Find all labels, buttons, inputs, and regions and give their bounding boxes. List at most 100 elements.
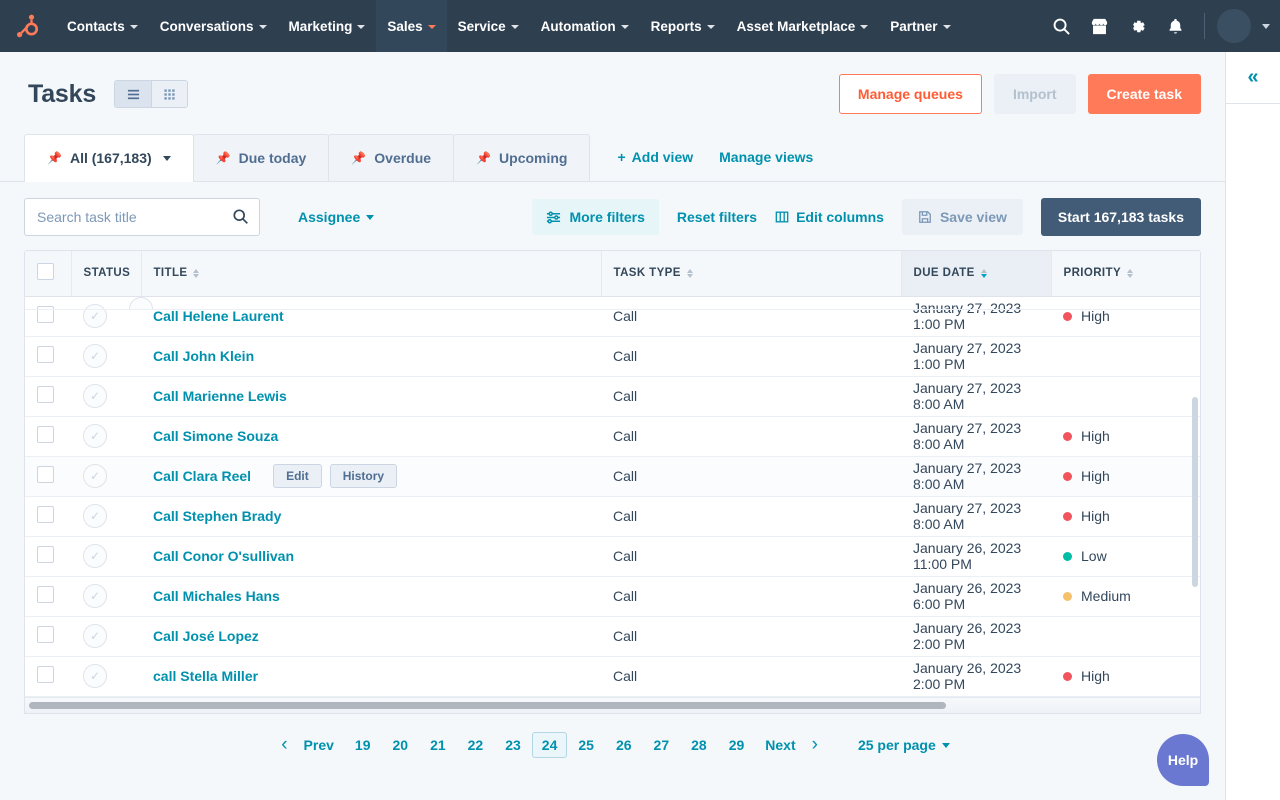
select-all-header[interactable] — [25, 251, 71, 296]
prev-page-button[interactable]: Prev — [294, 733, 344, 757]
table-row[interactable]: ✓ Call Clara Reel Edit History Call Janu… — [25, 456, 1201, 496]
mark-complete-icon[interactable]: ✓ — [83, 464, 107, 488]
task-title-link[interactable]: Call Conor O'sullivan — [153, 548, 294, 564]
task-title-link[interactable]: Call Stephen Brady — [153, 508, 281, 524]
column-title[interactable]: TITLE — [141, 251, 601, 296]
row-select-cell[interactable] — [25, 416, 71, 456]
page-number-26[interactable]: 26 — [605, 733, 643, 757]
create-task-button[interactable]: Create task — [1088, 74, 1202, 114]
assignee-filter-dropdown[interactable]: Assignee — [298, 209, 374, 225]
search-input[interactable] — [24, 198, 260, 236]
nav-item-contacts[interactable]: Contacts — [56, 0, 149, 52]
nav-item-marketing[interactable]: Marketing — [278, 0, 377, 52]
page-number-19[interactable]: 19 — [344, 733, 382, 757]
mark-complete-icon[interactable]: ✓ — [83, 624, 107, 648]
row-select-cell[interactable] — [25, 576, 71, 616]
more-filters-button[interactable]: More filters — [532, 199, 658, 235]
row-status-cell[interactable]: ✓ — [71, 416, 141, 456]
task-title-link[interactable]: Call Marienne Lewis — [153, 388, 287, 404]
task-title-link[interactable]: call Stella Miller — [153, 668, 258, 684]
column-status[interactable]: STATUS — [71, 251, 141, 296]
row-select-cell[interactable] — [25, 496, 71, 536]
page-number-28[interactable]: 28 — [680, 733, 718, 757]
nav-item-service[interactable]: Service — [447, 0, 530, 52]
mark-complete-icon[interactable]: ✓ — [83, 544, 107, 568]
table-row[interactable]: ✓ Call John Klein Call January 27, 2023 … — [25, 336, 1201, 376]
table-row[interactable]: ✓ Call Conor O'sullivan Call January 26,… — [25, 536, 1201, 576]
import-button[interactable]: Import — [994, 74, 1076, 114]
page-number-23[interactable]: 23 — [494, 733, 532, 757]
row-status-cell[interactable]: ✓ — [71, 456, 141, 496]
tab-overdue[interactable]: 📌 Overdue — [328, 134, 454, 181]
row-select-cell[interactable] — [25, 456, 71, 496]
vertical-scrollbar-thumb[interactable] — [1192, 397, 1198, 587]
column-task-type[interactable]: TASK TYPE — [601, 251, 901, 296]
table-row[interactable]: ✓ Call Marienne Lewis Call January 27, 2… — [25, 376, 1201, 416]
page-number-25[interactable]: 25 — [567, 733, 605, 757]
search-icon[interactable] — [1044, 9, 1078, 43]
row-checkbox[interactable] — [37, 546, 54, 563]
add-view-button[interactable]: + Add view — [617, 149, 693, 165]
select-all-checkbox[interactable] — [37, 263, 54, 280]
horizontal-scrollbar-thumb[interactable] — [29, 702, 946, 709]
reset-filters-button[interactable]: Reset filters — [677, 209, 757, 225]
row-status-cell[interactable]: ✓ — [71, 656, 141, 696]
tab-all[interactable]: 📌 All (167,183) — [24, 134, 194, 181]
row-checkbox[interactable] — [37, 666, 54, 683]
task-title-link[interactable]: Call John Klein — [153, 348, 254, 364]
start-tasks-button[interactable]: Start 167,183 tasks — [1041, 198, 1201, 236]
table-row[interactable]: ✓ call Stella Miller Call January 26, 20… — [25, 656, 1201, 696]
manage-queues-button[interactable]: Manage queues — [839, 74, 982, 114]
edit-columns-button[interactable]: Edit columns — [775, 209, 884, 225]
page-number-20[interactable]: 20 — [381, 733, 419, 757]
collapse-sidebar-button[interactable]: « — [1226, 52, 1280, 104]
settings-gear-icon[interactable] — [1120, 9, 1154, 43]
row-select-cell[interactable] — [25, 656, 71, 696]
mark-complete-icon[interactable]: ✓ — [83, 384, 107, 408]
mark-complete-icon[interactable]: ✓ — [83, 504, 107, 528]
row-status-cell[interactable]: ✓ — [71, 496, 141, 536]
chevron-down-icon[interactable] — [1262, 24, 1270, 29]
save-view-button[interactable]: Save view — [902, 199, 1023, 235]
avatar[interactable] — [1217, 9, 1251, 43]
task-title-link[interactable]: Call Michales Hans — [153, 588, 280, 604]
row-select-cell[interactable] — [25, 376, 71, 416]
row-checkbox[interactable] — [37, 466, 54, 483]
page-number-21[interactable]: 21 — [419, 733, 457, 757]
tab-due-today[interactable]: 📌 Due today — [193, 134, 330, 181]
list-view-toggle[interactable] — [115, 81, 151, 107]
row-select-cell[interactable] — [25, 536, 71, 576]
nav-item-asset-marketplace[interactable]: Asset Marketplace — [726, 0, 880, 52]
edit-task-button[interactable]: Edit — [273, 464, 322, 488]
row-status-cell[interactable]: ✓ — [71, 536, 141, 576]
page-number-29[interactable]: 29 — [718, 733, 756, 757]
task-history-button[interactable]: History — [330, 464, 397, 488]
nav-item-reports[interactable]: Reports — [640, 0, 726, 52]
mark-complete-icon[interactable]: ✓ — [83, 424, 107, 448]
row-checkbox[interactable] — [37, 586, 54, 603]
table-row[interactable]: ✓ Call Michales Hans Call January 26, 20… — [25, 576, 1201, 616]
search-icon[interactable] — [232, 208, 249, 230]
nav-item-sales[interactable]: Sales — [376, 0, 446, 52]
row-status-cell[interactable]: ✓ — [71, 616, 141, 656]
help-button[interactable]: Help — [1157, 734, 1209, 786]
per-page-dropdown[interactable]: 25 per page — [858, 737, 950, 753]
page-number-22[interactable]: 22 — [457, 733, 495, 757]
row-status-cell[interactable]: ✓ — [71, 576, 141, 616]
horizontal-scrollbar[interactable] — [25, 697, 1200, 713]
prev-chevron-icon[interactable]: ‹ — [275, 734, 293, 756]
task-title-link[interactable]: Call Clara Reel — [153, 468, 251, 484]
hubspot-logo[interactable] — [0, 0, 56, 52]
vertical-scrollbar[interactable] — [1192, 297, 1198, 697]
mark-complete-icon[interactable]: ✓ — [83, 664, 107, 688]
next-page-button[interactable]: Next — [755, 733, 805, 757]
task-title-link[interactable]: Call José Lopez — [153, 628, 259, 644]
nav-item-conversations[interactable]: Conversations — [149, 0, 278, 52]
page-number-27[interactable]: 27 — [643, 733, 681, 757]
board-view-toggle[interactable] — [151, 81, 187, 107]
row-checkbox[interactable] — [37, 386, 54, 403]
table-row[interactable]: ✓ Call Simone Souza Call January 27, 202… — [25, 416, 1201, 456]
task-title-link[interactable]: Call Helene Laurent — [153, 308, 284, 324]
table-row[interactable]: ✓ Call José Lopez Call January 26, 2023 … — [25, 616, 1201, 656]
row-status-cell[interactable]: ✓ — [71, 376, 141, 416]
